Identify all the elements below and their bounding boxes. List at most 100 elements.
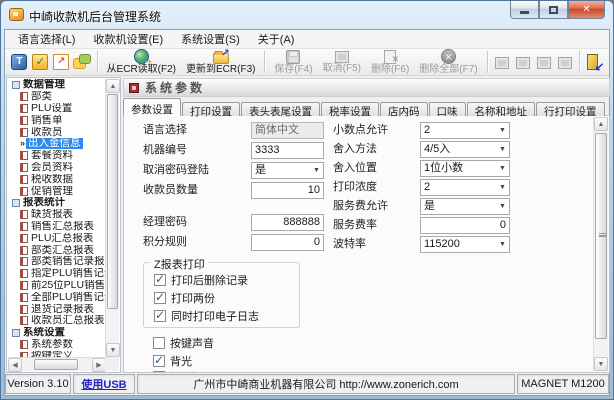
delete-button[interactable]: 删除(F6) — [366, 49, 414, 76]
disabled-tool-button-1[interactable] — [491, 50, 512, 74]
company-cell: 广州市中崎商业机器有限公司 http://www.zonerich.com — [137, 374, 515, 394]
tree-horizontal-scrollbar[interactable]: ◀ ▶ — [8, 357, 106, 371]
checkbox-icon[interactable] — [153, 337, 165, 349]
tree-item-member-data[interactable]: 会员资料 — [8, 162, 105, 174]
maximize-button[interactable] — [539, 1, 568, 19]
scroll-down-arrow[interactable]: ▼ — [106, 343, 120, 357]
usb-link[interactable]: 使用USB — [81, 376, 126, 392]
tree-item-plu-summary-report[interactable]: PLU汇总报表 — [8, 232, 105, 244]
tab-flavor[interactable]: 口味 — [429, 102, 466, 116]
tree-item-dept-summary-report[interactable]: 部类汇总报表 — [8, 244, 105, 256]
close-button[interactable]: ✕ — [568, 1, 605, 19]
form-vertical-scrollbar[interactable]: ▲ ▼ — [593, 117, 608, 371]
checkbox-print-ejournal[interactable]: 同时打印电子日志 — [154, 308, 259, 324]
print-density-select[interactable]: 2▼ — [420, 179, 510, 196]
update-to-ecr-button[interactable]: 更新到ECR(F3) — [181, 49, 260, 76]
tree-item-combo-data[interactable]: 套餐资料 — [8, 150, 105, 162]
chevron-down-icon: ▼ — [496, 237, 509, 252]
form-scroll-thumb[interactable] — [595, 133, 607, 339]
language-tool-button[interactable]: T — [9, 50, 30, 74]
machine-no-label: 机器编号 — [143, 142, 187, 159]
settings-tool-button[interactable]: ✓ — [30, 50, 51, 74]
checkbox-print-two-copies[interactable]: 打印两份 — [154, 290, 215, 306]
baud-rate-select[interactable]: 115200▼ — [420, 236, 510, 253]
tab-parameter-settings[interactable]: 参数设置 — [123, 98, 181, 116]
menu-about[interactable]: 关于(A) — [249, 29, 304, 49]
tree-item-sales-slip[interactable]: 销售单 — [8, 114, 105, 126]
usb-mode-cell[interactable]: 使用USB — [73, 374, 135, 394]
titlebar[interactable]: 中崎收款机后台管理系统 ✕ — [1, 1, 613, 29]
scroll-down-arrow[interactable]: ▼ — [594, 357, 608, 371]
minimize-button[interactable] — [510, 1, 539, 19]
checkbox-key-sound[interactable]: 按键声音 — [153, 335, 214, 351]
disabled-tool-button-2[interactable] — [512, 50, 533, 74]
scroll-left-arrow[interactable]: ◀ — [8, 358, 22, 372]
tree-item-top25-plu-report[interactable]: 前25位PLU销售记录报表 — [8, 280, 105, 292]
tab-name-address[interactable]: 名称和地址 — [467, 102, 536, 116]
menu-language[interactable]: 语言选择(L) — [9, 29, 84, 49]
tree-vertical-scrollbar[interactable]: ▲ ▼ — [105, 79, 119, 357]
points-rule-field[interactable]: 0 — [251, 234, 324, 251]
checkbox-paper-out-alert[interactable]: 缺纸提示 — [153, 369, 214, 373]
menu-system-settings[interactable]: 系统设置(S) — [172, 29, 249, 49]
print-density-label: 打印浓度 — [333, 179, 377, 196]
checkbox-delete-after-print[interactable]: 打印后删除记录 — [154, 272, 248, 288]
tree-section-system-settings[interactable]: 系统设置 — [8, 327, 105, 339]
read-from-ecr-button[interactable]: 从ECR读取(F2) — [102, 49, 181, 76]
disabled-tool-button-4[interactable] — [554, 50, 575, 74]
tree-item-tax-data[interactable]: 税收数据 — [8, 173, 105, 185]
tree-item-specified-plu-report[interactable]: 指定PLU销售记录报表 — [8, 268, 105, 280]
tree-item-department[interactable]: 部类 — [8, 91, 105, 103]
checkbox-icon[interactable] — [154, 292, 166, 304]
checkbox-icon[interactable] — [154, 274, 166, 286]
tree-item-system-parameters[interactable]: 系统参数 — [8, 339, 105, 351]
tree-hscroll-thumb[interactable] — [34, 359, 78, 370]
tree-item-all-plu-report[interactable]: 全部PLU销售记录报表 — [8, 291, 105, 303]
language-field[interactable]: 简体中文 — [251, 122, 324, 139]
checkbox-icon[interactable] — [153, 371, 165, 373]
tree-item-key-definition[interactable]: 按键定义 — [8, 350, 105, 357]
tree-item-promotion[interactable]: 促销管理 — [8, 185, 105, 197]
rounding-position-select[interactable]: 1位小数▼ — [420, 160, 510, 177]
delete-all-button[interactable]: ✕ 删除全部(F7) — [414, 49, 482, 76]
tree-scroll-thumb[interactable] — [107, 94, 118, 309]
tree-item-stockout-report[interactable]: 缺货报表 — [8, 209, 105, 221]
messages-tool-button[interactable] — [72, 50, 93, 74]
tab-tax-rate-settings[interactable]: 税率设置 — [321, 102, 379, 116]
tree-item-sales-summary-report[interactable]: 销售汇总报表 — [8, 221, 105, 233]
tree-section-reports[interactable]: 报表统计 — [8, 197, 105, 209]
cancel-password-login-select[interactable]: 是 ▼ — [251, 162, 324, 179]
tab-store-code[interactable]: 店内码 — [380, 102, 428, 116]
scroll-up-arrow[interactable]: ▲ — [106, 79, 120, 93]
tab-line-print-settings[interactable]: 行打印设置 — [536, 102, 605, 116]
tab-header-footer-settings[interactable]: 表头表尾设置 — [241, 102, 320, 116]
service-fee-rate-field[interactable]: 0 — [420, 217, 510, 234]
cancel-button[interactable]: 取消(F5) — [318, 49, 366, 76]
cashier-count-field[interactable]: 10 — [251, 182, 324, 199]
checkbox-icon[interactable] — [154, 310, 166, 322]
tree-section-data-management[interactable]: 数据管理 — [8, 79, 105, 91]
tree-item-cashier[interactable]: 收款员 — [8, 126, 105, 138]
machine-no-field[interactable]: 3333 — [251, 142, 324, 159]
checkbox-icon[interactable] — [153, 355, 165, 367]
tree-item-cashier-summary-report[interactable]: 收款员汇总报表 — [8, 315, 105, 327]
report-tool-button[interactable]: ↗ — [51, 50, 72, 74]
tree-node-icon — [12, 199, 20, 207]
tree-item-dept-sales-record-report[interactable]: 部类销售记录报表 — [8, 256, 105, 268]
scroll-up-arrow[interactable]: ▲ — [594, 117, 608, 131]
scroll-right-arrow[interactable]: ▶ — [92, 358, 106, 372]
service-fee-allow-select[interactable]: 是▼ — [420, 198, 510, 215]
exit-button[interactable] — [584, 50, 605, 74]
decimal-allow-select[interactable]: 2▼ — [420, 122, 510, 139]
points-rule-label: 积分规则 — [143, 234, 187, 251]
disabled-tool-button-3[interactable] — [533, 50, 554, 74]
rounding-method-select[interactable]: 4/5入▼ — [420, 141, 510, 158]
tree-item-return-record-report[interactable]: 退货记录报表 — [8, 303, 105, 315]
checkbox-backlight[interactable]: 背光 — [153, 353, 192, 369]
menu-ecr-settings[interactable]: 收款机设置(E) — [84, 29, 172, 49]
save-button[interactable]: 保存(F4) — [269, 49, 317, 76]
tree-item-plu-setting[interactable]: PLU设置 — [8, 103, 105, 115]
tab-print-settings[interactable]: 打印设置 — [182, 102, 240, 116]
tree-item-cash-in-out-selected[interactable]: »出入金信息 — [8, 138, 105, 150]
manager-password-field[interactable]: 888888 — [251, 214, 324, 231]
